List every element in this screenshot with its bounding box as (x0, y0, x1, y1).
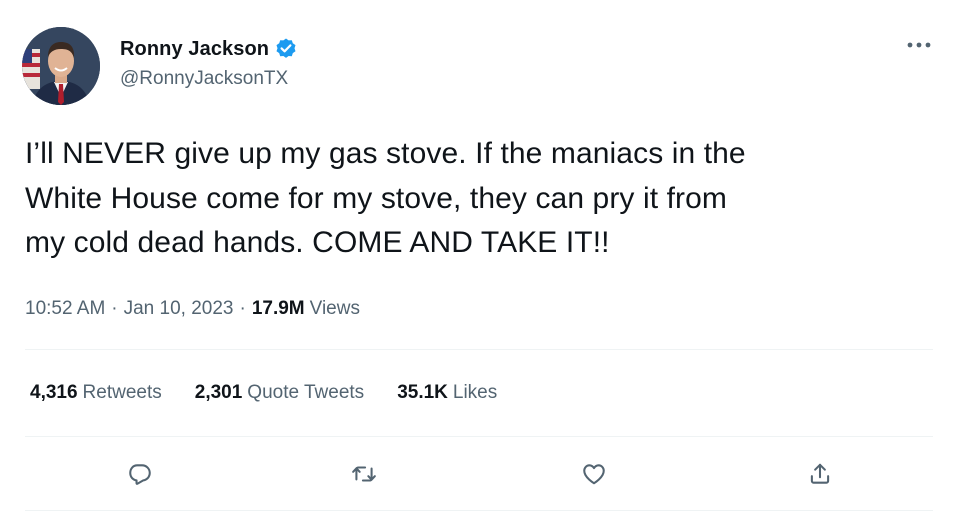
quote-tweets-stat[interactable]: 2,301 Quote Tweets (195, 382, 364, 404)
retweet-icon[interactable] (346, 456, 382, 492)
quote-tweets-label: Quote Tweets (247, 382, 365, 403)
tweet-date[interactable]: Jan 10, 2023 (124, 298, 234, 320)
profile-photo-icon (22, 27, 100, 105)
views-count: 17.9M (251, 298, 305, 319)
likes-label: Likes (452, 382, 498, 403)
avatar[interactable] (22, 27, 100, 105)
tweet-text: I’ll NEVER give up my gas stove. If the … (25, 137, 746, 259)
likes-stat[interactable]: 35.1K Likes (397, 382, 497, 404)
author-handle[interactable]: @RonnyJacksonTX (120, 68, 288, 90)
divider (25, 436, 933, 437)
meta-separator: · (239, 298, 246, 319)
tweet-time[interactable]: 10:52 AM (25, 298, 105, 320)
author-display-name[interactable]: Ronny Jackson (120, 38, 269, 61)
retweets-count: 4,316 (30, 382, 78, 403)
meta-separator: · (111, 298, 118, 319)
divider (25, 510, 933, 511)
divider (25, 349, 933, 350)
quote-tweets-count: 2,301 (194, 382, 243, 403)
more-options-icon[interactable] (902, 30, 936, 60)
retweets-label: Retweets (82, 382, 162, 403)
retweets-stat[interactable]: 4,316 Retweets (30, 382, 162, 404)
author-name-row[interactable]: Ronny Jackson (120, 35, 298, 63)
tweet-meta: 10:52 AM · Jan 10, 2023 · 17.9M Views (25, 296, 360, 322)
views-label: Views (309, 298, 360, 319)
tweet-actions (0, 456, 959, 492)
like-icon[interactable] (576, 456, 612, 492)
tweet-stats: 4,316 Retweets 2,301 Quote Tweets 35.1K Lik… (30, 380, 530, 406)
tweet-card: Ronny Jackson @RonnyJacksonTX I’ll NEVER… (0, 0, 959, 517)
verified-badge-icon (274, 37, 298, 61)
share-icon[interactable] (802, 456, 838, 492)
reply-icon[interactable] (122, 456, 158, 492)
likes-count: 35.1K (397, 382, 448, 403)
